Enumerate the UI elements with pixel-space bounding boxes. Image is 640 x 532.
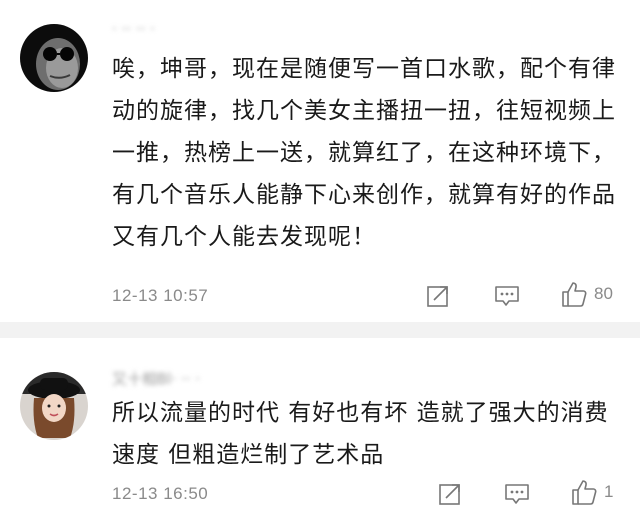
like-count: 80 bbox=[594, 284, 613, 303]
like-button[interactable]: 80 bbox=[560, 280, 613, 308]
thumbs-up-icon bbox=[562, 282, 587, 307]
comment-text: 唉，坤哥，现在是随便写一首口水歌，配个有律动的旋律，找几个美女主播扭一扭，往短视… bbox=[112, 56, 616, 250]
girl-black-hat-avatar-icon bbox=[20, 372, 88, 440]
divider bbox=[0, 322, 640, 338]
sunglasses-man-avatar-icon bbox=[20, 24, 88, 92]
reply-button[interactable] bbox=[494, 284, 520, 308]
comment-item: · ·· ·· · 唉，坤哥，现在是随便写一首口水歌，配个有律动的旋律，找几个美… bbox=[0, 0, 640, 322]
comment-text: 所以流量的时代 有好也有坏 造就了强大的消费速度 但粗造烂制了艺术品 bbox=[112, 400, 609, 468]
comment-icon bbox=[505, 484, 529, 504]
thumbs-up-icon bbox=[572, 480, 597, 505]
reply-button[interactable] bbox=[504, 482, 530, 506]
comment-time: 12-13 16:50 bbox=[112, 484, 209, 503]
like-button[interactable]: 1 bbox=[570, 478, 613, 506]
avatar[interactable] bbox=[20, 24, 88, 92]
like-count: 1 bbox=[604, 482, 614, 501]
share-button[interactable] bbox=[426, 284, 450, 308]
comment-time: 12-13 10:57 bbox=[112, 286, 209, 305]
share-icon bbox=[427, 286, 448, 307]
username[interactable]: · ·· ·· · bbox=[112, 20, 155, 38]
share-button[interactable] bbox=[438, 482, 462, 506]
comment-icon bbox=[495, 286, 519, 306]
avatar[interactable] bbox=[20, 372, 88, 440]
username[interactable]: 又十相Bl· ·· · bbox=[112, 368, 200, 389]
share-icon bbox=[439, 484, 460, 505]
